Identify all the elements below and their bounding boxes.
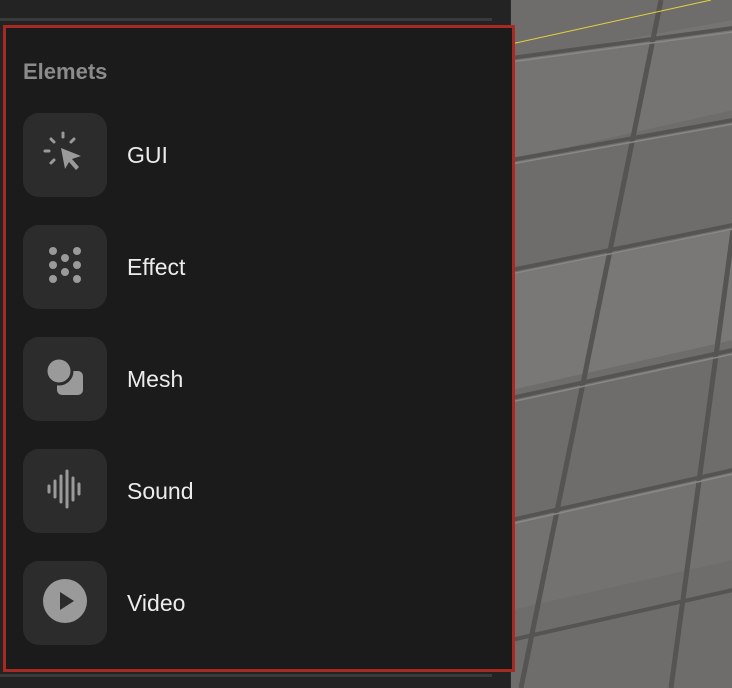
- element-label: Sound: [127, 477, 194, 504]
- play-circle-icon: [41, 577, 89, 630]
- scene-viewport[interactable]: [510, 0, 732, 688]
- element-item-sound[interactable]: Sound: [23, 449, 463, 533]
- panel-top-divider: [0, 18, 492, 21]
- elements-panel: Elemets GUI Effect Mesh Sound Video: [3, 25, 515, 672]
- element-tile[interactable]: [23, 113, 107, 197]
- section-title: Elemets: [23, 59, 108, 84]
- sound-wave-icon: [41, 465, 89, 518]
- element-tile[interactable]: [23, 225, 107, 309]
- element-label: Mesh: [127, 365, 184, 392]
- element-item-effect[interactable]: Effect: [23, 225, 463, 309]
- element-tile[interactable]: [23, 449, 107, 533]
- element-item-video[interactable]: Video: [23, 561, 463, 645]
- shapes-icon: [41, 353, 89, 406]
- element-label: Video: [127, 589, 186, 616]
- particles-icon: [41, 241, 89, 294]
- cursor-click-icon: [41, 129, 89, 182]
- element-tile[interactable]: [23, 561, 107, 645]
- viewport-floor-grid: [511, 0, 732, 688]
- panel-bottom-divider: [0, 674, 492, 677]
- element-item-gui[interactable]: GUI: [23, 113, 463, 197]
- element-tile[interactable]: [23, 337, 107, 421]
- element-label: GUI: [127, 141, 168, 168]
- element-label: Effect: [127, 253, 186, 280]
- element-item-mesh[interactable]: Mesh: [23, 337, 463, 421]
